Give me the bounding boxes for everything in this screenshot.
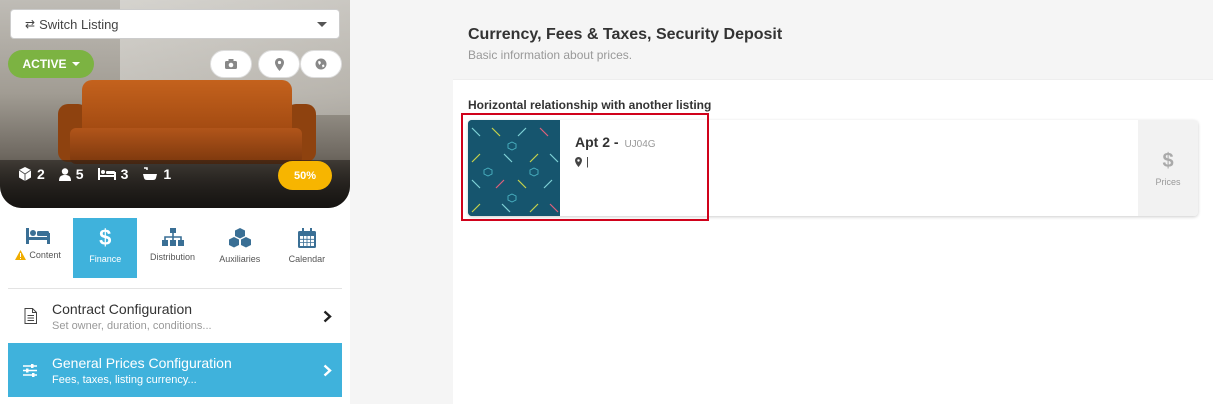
photos-button[interactable] (210, 50, 252, 78)
user-icon (58, 167, 71, 181)
status-dropdown[interactable]: ACTIVE (8, 50, 94, 78)
caret-down-icon (71, 62, 80, 66)
cubes-icon (228, 228, 251, 248)
bathtub-icon (143, 167, 158, 180)
warning-icon (15, 250, 27, 260)
baths-stat: 1 (142, 166, 171, 182)
beds-stat: 3 (97, 166, 128, 182)
chevron-right-icon (323, 310, 332, 322)
completion-badge: 50% (278, 161, 332, 190)
globe-button[interactable] (300, 50, 342, 78)
map-marker-icon (274, 57, 284, 71)
exchange-icon: ⇄ (25, 17, 36, 31)
caret-down-icon (317, 22, 327, 27)
menu-item-contract-configuration[interactable]: Contract Configuration Set owner, durati… (8, 289, 342, 343)
calendar-icon (297, 228, 316, 248)
document-icon (24, 308, 37, 324)
guests-stat: 5 (58, 166, 84, 182)
tab-content[interactable]: Content (6, 218, 70, 278)
listing-stats: 2 5 3 1 (18, 166, 171, 182)
relationship-label: Horizontal relationship with another lis… (468, 98, 712, 112)
listing-tabs: Content $ Finance Distribution Auxiliari… (6, 218, 342, 278)
listing-sidebar: ⇄ Switch Listing ACTIVE 2 5 3 1 50% Cont… (0, 0, 350, 404)
card-header: Currency, Fees & Taxes, Security Deposit… (453, 8, 1213, 80)
highlight-box (461, 113, 709, 221)
camera-icon (225, 59, 237, 69)
page-title: Currency, Fees & Taxes, Security Deposit (468, 26, 783, 43)
listing-photo: ⇄ Switch Listing ACTIVE 2 5 3 1 50% (0, 0, 350, 208)
dollar-icon: $ (99, 225, 112, 250)
cube-icon (18, 167, 32, 181)
sitemap-icon (161, 228, 184, 246)
tab-calendar[interactable]: Calendar (275, 218, 339, 278)
tab-auxiliaries[interactable]: Auxiliaries (208, 218, 272, 278)
bed-icon (97, 168, 116, 180)
prices-button[interactable]: $ Prices (1138, 120, 1198, 216)
units-stat: 2 (18, 166, 45, 182)
tab-finance[interactable]: $ Finance (73, 218, 138, 278)
globe-icon (315, 58, 327, 70)
chevron-right-icon (323, 364, 332, 376)
sliders-icon (23, 363, 37, 377)
page-subtitle: Basic information about prices. (468, 48, 633, 62)
tab-distribution[interactable]: Distribution (140, 218, 204, 278)
bed-icon (26, 228, 51, 244)
switch-listing-dropdown[interactable]: ⇄ Switch Listing (10, 9, 340, 39)
menu-item-general-prices-configuration[interactable]: General Prices Configuration Fees, taxes… (8, 343, 342, 397)
dollar-icon: $ (1162, 149, 1174, 172)
location-button[interactable] (258, 50, 300, 78)
